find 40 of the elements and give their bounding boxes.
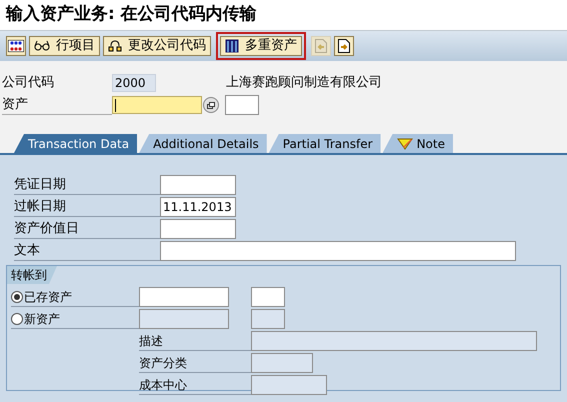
asset-field[interactable] xyxy=(112,96,202,114)
input-field[interactable]: 11.11.2013 xyxy=(160,197,236,217)
toolbar-button[interactable]: 多重资产 xyxy=(220,36,302,56)
tab[interactable]: Note xyxy=(382,134,453,153)
input-field[interactable] xyxy=(160,241,516,261)
group-title: 转帐到 xyxy=(7,266,57,284)
tab[interactable]: Transaction Data xyxy=(14,134,138,153)
glasses-icon xyxy=(34,40,50,52)
subnumber-field[interactable] xyxy=(225,95,259,115)
toolbar-icon-button[interactable] xyxy=(334,36,354,56)
input-field[interactable] xyxy=(251,287,285,307)
value-help-button[interactable] xyxy=(203,97,219,113)
text-cursor xyxy=(115,99,116,112)
input-field[interactable] xyxy=(251,375,327,395)
input-field[interactable] xyxy=(251,309,285,329)
swap-icon xyxy=(108,39,122,53)
input-field[interactable] xyxy=(160,219,236,239)
beads-icon xyxy=(8,40,24,52)
radio-option[interactable]: 已存资产 xyxy=(11,288,139,306)
company-name: 上海赛跑顾问制造有限公司 xyxy=(226,74,382,92)
company-code-value: 2000 xyxy=(112,74,156,92)
field-label: 公司代码 xyxy=(2,74,55,92)
input-field[interactable] xyxy=(251,331,537,351)
toolbar-icon-button[interactable] xyxy=(6,36,26,56)
input-field[interactable] xyxy=(139,309,229,329)
toolbar-button[interactable]: 行项目 xyxy=(29,36,100,56)
tab[interactable]: Partial Transfer xyxy=(268,134,381,153)
window-title: 输入资产业务: 在公司代码内传输 xyxy=(6,3,257,26)
document-arrow-icon xyxy=(315,39,327,53)
radio-button[interactable] xyxy=(11,312,23,324)
grid-icon xyxy=(225,39,239,53)
windows-icon xyxy=(207,102,215,108)
document-arrow-icon xyxy=(338,39,350,53)
input-field[interactable] xyxy=(139,287,229,307)
toolbar-button[interactable]: 更改公司代码 xyxy=(103,36,211,56)
input-field[interactable] xyxy=(251,353,313,373)
tab[interactable]: Additional Details xyxy=(139,134,267,153)
radio-button[interactable] xyxy=(11,290,23,302)
radio-option[interactable]: 新资产 xyxy=(11,310,139,328)
input-field[interactable] xyxy=(160,175,236,195)
